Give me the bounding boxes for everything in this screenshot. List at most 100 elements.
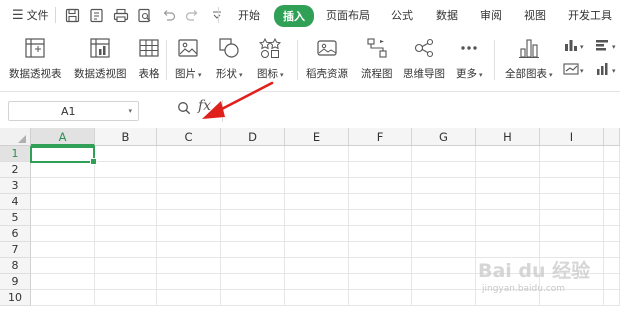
cell[interactable] bbox=[221, 194, 285, 210]
cell[interactable] bbox=[95, 146, 157, 162]
more-button[interactable]: 更多 ▾ bbox=[456, 36, 483, 81]
cell[interactable] bbox=[31, 210, 95, 226]
cell[interactable] bbox=[604, 146, 620, 162]
cell[interactable] bbox=[604, 210, 620, 226]
row-header-8[interactable]: 8 bbox=[0, 258, 31, 274]
picture-button[interactable]: 图片 ▾ bbox=[175, 36, 202, 81]
bar-chart-button[interactable]: ▾ bbox=[595, 38, 616, 55]
cell[interactable] bbox=[221, 290, 285, 306]
row-header-4[interactable]: 4 bbox=[0, 194, 31, 210]
column-header-partial[interactable] bbox=[604, 128, 620, 146]
pivot-table-button[interactable]: 数据透视表 bbox=[9, 36, 62, 81]
cell[interactable] bbox=[540, 146, 604, 162]
cell[interactable] bbox=[31, 274, 95, 290]
cell[interactable] bbox=[31, 178, 95, 194]
cell[interactable] bbox=[349, 242, 412, 258]
row-header-2[interactable]: 2 bbox=[0, 162, 31, 178]
file-menu-button[interactable]: ☰ 文件 bbox=[12, 0, 49, 30]
cell[interactable] bbox=[412, 258, 476, 274]
row-header-1[interactable]: 1 bbox=[0, 146, 31, 162]
cell[interactable] bbox=[157, 290, 221, 306]
cell[interactable] bbox=[285, 194, 349, 210]
cell[interactable] bbox=[604, 226, 620, 242]
cell[interactable] bbox=[31, 258, 95, 274]
cell[interactable] bbox=[349, 146, 412, 162]
column-header-h[interactable]: H bbox=[476, 128, 540, 146]
column-header-a[interactable]: A bbox=[31, 128, 95, 146]
row-header-9[interactable]: 9 bbox=[0, 274, 31, 290]
cell[interactable] bbox=[285, 162, 349, 178]
row-header-5[interactable]: 5 bbox=[0, 210, 31, 226]
mindmap-button[interactable]: 思维导图 bbox=[403, 36, 445, 81]
line-chart-button[interactable]: ▾ bbox=[563, 62, 584, 79]
pivot-chart-button[interactable]: 数据透视图 bbox=[74, 36, 127, 81]
cell[interactable] bbox=[95, 178, 157, 194]
tab-view[interactable]: 视图 bbox=[524, 7, 546, 23]
cell[interactable] bbox=[157, 274, 221, 290]
cell[interactable] bbox=[285, 210, 349, 226]
cell[interactable] bbox=[157, 146, 221, 162]
icons-button[interactable]: 图标 ▾ bbox=[257, 36, 284, 81]
cell[interactable] bbox=[221, 226, 285, 242]
cell[interactable] bbox=[412, 194, 476, 210]
redo-icon[interactable] bbox=[184, 6, 202, 24]
cell[interactable] bbox=[349, 258, 412, 274]
column-chart-button[interactable]: ▾ bbox=[563, 38, 584, 55]
tab-page-layout[interactable]: 页面布局 bbox=[326, 7, 370, 23]
row-header-3[interactable]: 3 bbox=[0, 178, 31, 194]
cell[interactable] bbox=[221, 258, 285, 274]
cell[interactable] bbox=[157, 178, 221, 194]
cell[interactable] bbox=[285, 146, 349, 162]
cell[interactable] bbox=[349, 226, 412, 242]
cell[interactable] bbox=[157, 194, 221, 210]
cell[interactable] bbox=[31, 226, 95, 242]
tab-insert[interactable]: 插入 bbox=[274, 5, 314, 27]
cell[interactable] bbox=[157, 226, 221, 242]
cell[interactable] bbox=[540, 162, 604, 178]
cell[interactable] bbox=[157, 162, 221, 178]
stat-chart-button[interactable]: ▾ bbox=[595, 62, 616, 79]
cell[interactable] bbox=[412, 146, 476, 162]
table-button[interactable]: 表格 bbox=[137, 36, 161, 81]
cell[interactable] bbox=[95, 162, 157, 178]
cell[interactable] bbox=[31, 162, 95, 178]
column-header-d[interactable]: D bbox=[221, 128, 285, 146]
save-icon[interactable] bbox=[64, 6, 82, 24]
cell[interactable] bbox=[285, 242, 349, 258]
docer-resource-button[interactable]: 稻壳资源 bbox=[306, 36, 348, 81]
cell[interactable] bbox=[221, 146, 285, 162]
cell[interactable] bbox=[95, 226, 157, 242]
tab-developer[interactable]: 开发工具 bbox=[568, 7, 612, 23]
cell[interactable] bbox=[285, 274, 349, 290]
cell[interactable] bbox=[412, 162, 476, 178]
select-all-corner[interactable] bbox=[0, 128, 31, 146]
cell[interactable] bbox=[349, 162, 412, 178]
cell[interactable] bbox=[412, 226, 476, 242]
cell[interactable] bbox=[540, 226, 604, 242]
cell[interactable] bbox=[31, 194, 95, 210]
row-header-7[interactable]: 7 bbox=[0, 242, 31, 258]
export-pdf-icon[interactable] bbox=[88, 6, 106, 24]
column-header-f[interactable]: F bbox=[349, 128, 412, 146]
cell[interactable] bbox=[285, 178, 349, 194]
cell[interactable] bbox=[604, 162, 620, 178]
cell[interactable] bbox=[540, 178, 604, 194]
cell[interactable] bbox=[349, 290, 412, 306]
cell[interactable] bbox=[476, 194, 540, 210]
column-header-c[interactable]: C bbox=[157, 128, 221, 146]
cell[interactable] bbox=[221, 210, 285, 226]
cell[interactable] bbox=[476, 162, 540, 178]
cell[interactable] bbox=[604, 178, 620, 194]
cell[interactable] bbox=[31, 242, 95, 258]
cell[interactable] bbox=[476, 226, 540, 242]
cell[interactable] bbox=[221, 274, 285, 290]
cell[interactable] bbox=[412, 290, 476, 306]
cell[interactable] bbox=[476, 178, 540, 194]
row-header-10[interactable]: 10 bbox=[0, 290, 31, 306]
formula-input[interactable] bbox=[222, 100, 620, 122]
zoom-search-icon[interactable] bbox=[177, 101, 191, 118]
column-header-e[interactable]: E bbox=[285, 128, 349, 146]
cell[interactable] bbox=[95, 210, 157, 226]
cell[interactable] bbox=[349, 178, 412, 194]
cell[interactable] bbox=[285, 290, 349, 306]
